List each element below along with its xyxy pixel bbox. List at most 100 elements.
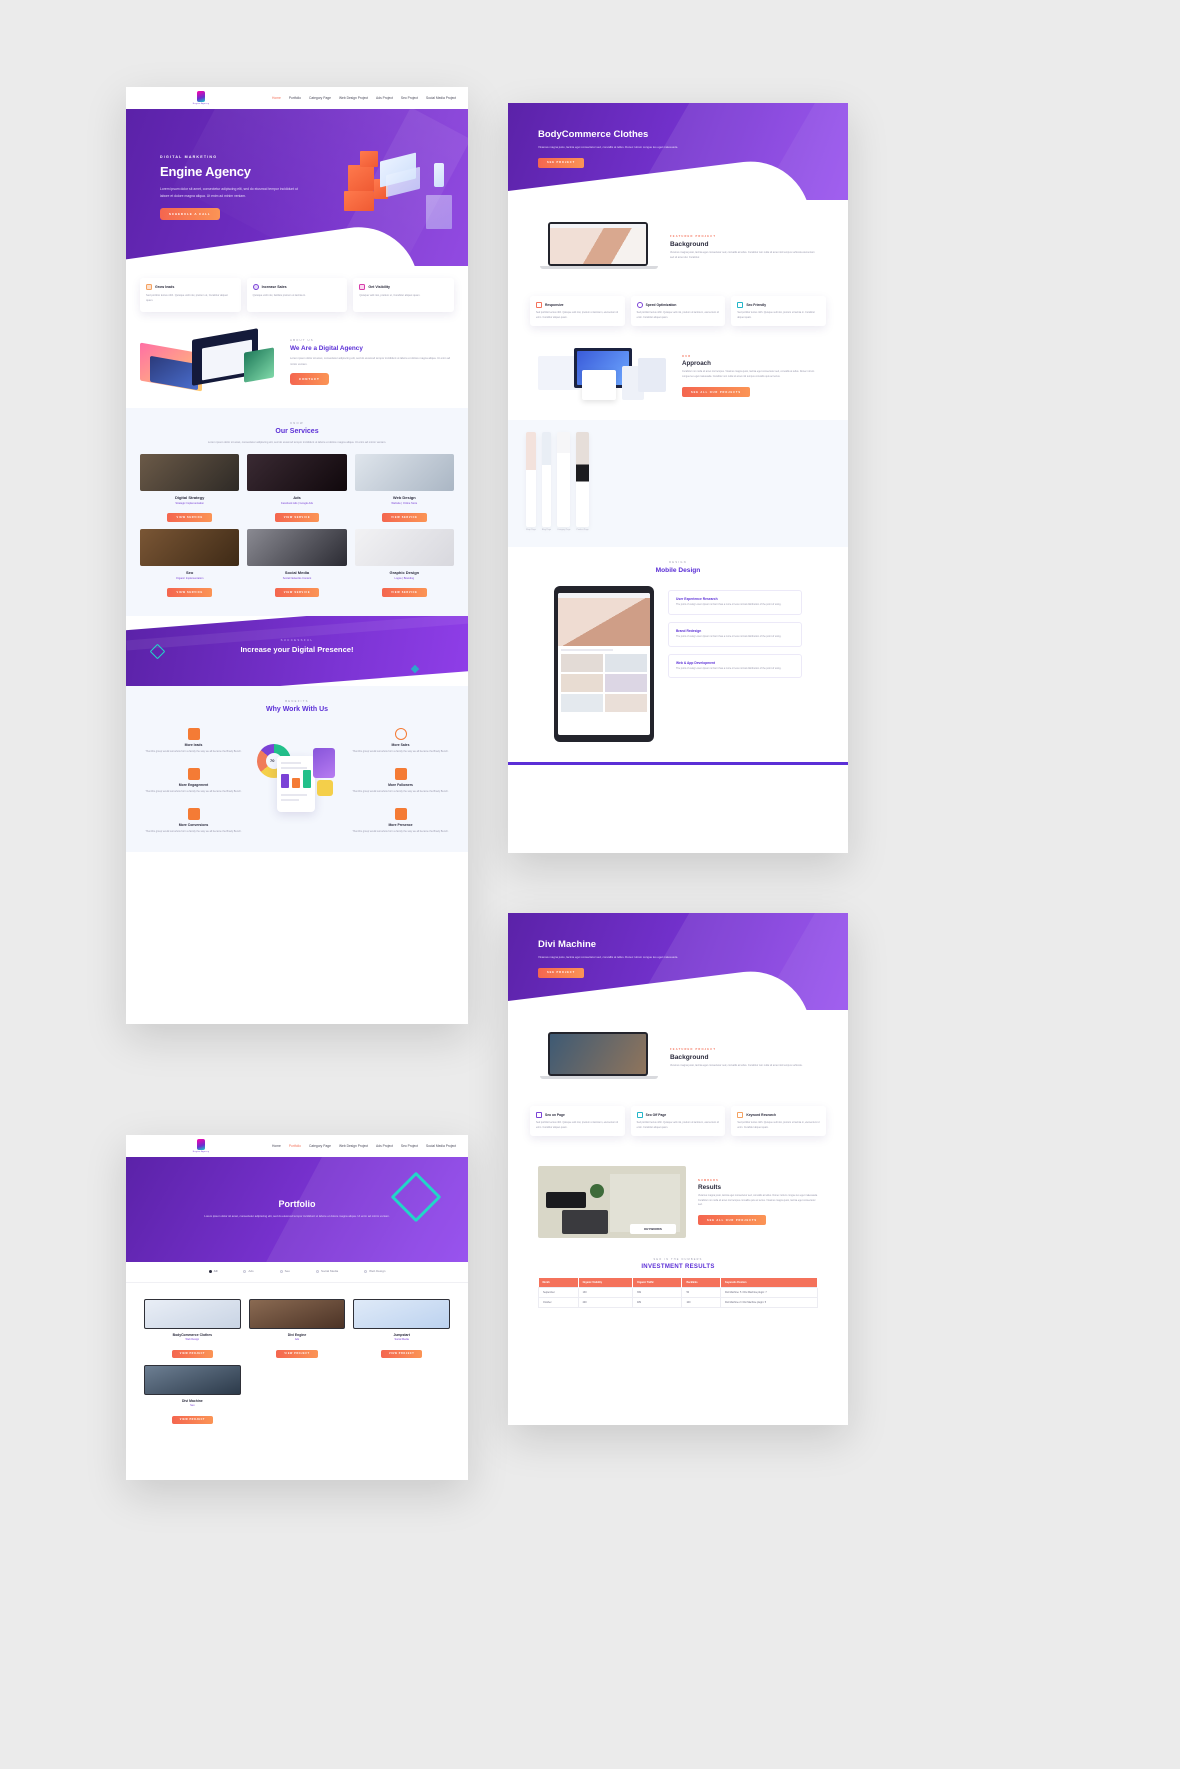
hero-eyebrow: DIGITAL MARKETING — [160, 155, 218, 159]
nav-item-ads-project[interactable]: Ads Project — [376, 1144, 393, 1148]
bodycommerce-mobile-section: DESIGN Mobile Design User Experience Res… — [508, 547, 848, 762]
background-title: Background — [670, 241, 709, 249]
service-card[interactable]: Ads Facebook Ads | Google Ads View Servi… — [247, 454, 347, 523]
divi-hero-body: Vivamus magna justo, lacinia eget consec… — [538, 955, 679, 959]
hero-cta-button[interactable]: Schedule A Call — [160, 208, 220, 221]
bodycommerce-hero-body: Vivamus magna justo, lacinia eget consec… — [538, 145, 679, 149]
feature-card[interactable]: Seo Friendly Sed porttitor lectus nibh. … — [731, 296, 827, 327]
bodycommerce-hero-cta[interactable]: See Project — [538, 157, 585, 168]
nav-item-web-design-project[interactable]: Web Design Project — [339, 96, 368, 100]
service-card[interactable]: Graphic Design Logos | Branding View Ser… — [354, 529, 454, 598]
nav-links: Home Portfolio Category Page Web Design … — [272, 96, 458, 100]
mobile-feature-card[interactable]: Web & App Development The point of using… — [668, 653, 802, 679]
feature-card-body: Quisque velit nisi, facilisis pretium ut… — [252, 294, 306, 297]
home-services-section: KNOW Our Services Lorem ipsum dolor sit … — [126, 407, 468, 617]
benefit-body: That this group would somehow form a fam… — [352, 790, 449, 794]
feature-card[interactable]: Seo on Page Sed porttitor lectus nibh. Q… — [530, 1106, 625, 1137]
gallery-thumbnail[interactable] — [541, 432, 552, 528]
background-body: Vivamus magna justo, lacinia eget consec… — [670, 251, 815, 259]
service-cta-button[interactable]: View Service — [382, 513, 427, 523]
table-header-cell: Keywords Position — [720, 1278, 818, 1288]
nav-item-ads-project[interactable]: Ads Project — [376, 96, 393, 100]
portfolio-item-cta[interactable]: View Project — [276, 1349, 318, 1358]
devices-illustration — [538, 348, 670, 404]
mobile-feature-card[interactable]: Brand Redesign The point of using Lorem … — [668, 622, 802, 647]
table-cell: 130 — [577, 1287, 634, 1299]
approach-title: Approach — [682, 360, 711, 368]
filter-web-design[interactable]: Web Design — [364, 1269, 385, 1273]
portfolio-item-category: Social Media — [394, 1338, 409, 1341]
gallery-thumbnail[interactable] — [557, 432, 571, 528]
feature-card[interactable]: Get Visibility Quisque velit nisi, preti… — [353, 278, 455, 312]
tablet-mockup — [554, 586, 654, 743]
site-logo[interactable]: Engine Agency — [184, 91, 218, 105]
portfolio-item[interactable]: Jumpstart Social Media View Project — [353, 1299, 450, 1359]
service-card[interactable]: Digital Strategy Strategic Implementatio… — [140, 454, 240, 523]
site-logo[interactable]: Engine Agency — [184, 1139, 218, 1153]
feature-card[interactable]: Responsive Sed porttitor lectus nibh. Qu… — [530, 296, 625, 327]
service-cta-button[interactable]: View Service — [167, 588, 212, 598]
filter-social-media[interactable]: Social Media — [315, 1269, 338, 1273]
service-thumbnail — [140, 529, 240, 567]
nav-item-portfolio[interactable]: Portfolio — [289, 1144, 301, 1148]
portfolio-item-cta[interactable]: View Project — [381, 1349, 423, 1358]
services-body: Lorem ipsum dolor sit amet, consectetur … — [207, 440, 387, 444]
home-hero: DIGITAL MARKETING Engine Agency Lorem ip… — [126, 109, 468, 266]
feature-card-title: Increase Sales — [261, 285, 287, 289]
feature-card-title: Seo Off Page — [645, 1113, 667, 1117]
search-icon — [737, 302, 744, 308]
portfolio-item[interactable]: Divi Machine Seo View Project — [144, 1365, 241, 1425]
about-cta-button[interactable]: Contact — [290, 373, 329, 386]
service-cta-button[interactable]: View Service — [382, 588, 427, 598]
results-cta-button[interactable]: See All Our Projects — [698, 1215, 766, 1226]
keyword-badge: KEYWORDS — [644, 1227, 662, 1232]
service-thumbnail — [247, 529, 347, 567]
nav-item-social-media-project[interactable]: Social Media Project — [426, 96, 456, 100]
benefit-item: More Conversions That this group would s… — [144, 808, 243, 834]
nav-item-category-page[interactable]: Category Page — [309, 1144, 331, 1148]
filter-seo[interactable]: Seo — [279, 1269, 290, 1273]
service-card[interactable]: Seo Organic Implementation View Service — [140, 529, 240, 598]
gallery-thumbnail[interactable] — [526, 432, 536, 528]
nav-item-web-design-project[interactable]: Web Design Project — [339, 1144, 368, 1148]
nav-item-home[interactable]: Home — [272, 96, 281, 100]
nav-item-home[interactable]: Home — [272, 1144, 281, 1148]
portfolio-item-cta[interactable]: View Project — [171, 1349, 213, 1358]
benefit-body: That this group would somehow form a fam… — [145, 790, 242, 794]
service-name: Seo — [185, 570, 194, 576]
service-cta-button[interactable]: View Service — [274, 588, 320, 598]
nav-item-category-page[interactable]: Category Page — [309, 96, 331, 100]
portfolio-item[interactable]: Divi Engine Ads View Project — [248, 1299, 346, 1359]
document-icon — [536, 1112, 542, 1118]
service-cta-button[interactable]: View Service — [274, 513, 320, 523]
divi-results-section: KEYWORDS NUMBERS Results Vivamus magna j… — [508, 1152, 848, 1252]
network-icon — [394, 808, 407, 821]
mobile-feature-card[interactable]: User Experience Research The point of us… — [668, 590, 802, 616]
approach-cta-button[interactable]: See All Our Projects — [682, 387, 750, 398]
feature-card[interactable]: Increase Sales Quisque velit nisi, facil… — [246, 278, 348, 312]
gallery-thumbnail[interactable] — [576, 432, 589, 528]
benefit-name: More Followers — [388, 783, 413, 788]
feature-card[interactable]: Speed Optimization Sed porttitor lectus … — [630, 296, 726, 327]
feature-card[interactable]: Seo Off Page Sed porttitor lectus nibh. … — [630, 1106, 726, 1137]
portfolio-item[interactable]: BodyCommerce Clothes Web Design View Pro… — [144, 1299, 241, 1359]
filter-all[interactable]: All — [208, 1269, 217, 1273]
nav-item-portfolio[interactable]: Portfolio — [289, 96, 301, 100]
service-card[interactable]: Web Design Website | Online Store View S… — [354, 454, 454, 523]
divi-hero-cta[interactable]: See Project — [538, 967, 585, 978]
bodycommerce-background-section: FEATURED PROJECT Background Vivamus magn… — [508, 200, 848, 288]
service-thumbnail — [354, 529, 454, 567]
nav-item-seo-project[interactable]: Seo Project — [401, 96, 418, 100]
benefits-column-left: More leads That this group would somehow… — [144, 728, 243, 834]
portfolio-item-cta[interactable]: View Project — [171, 1415, 213, 1424]
service-name: Graphic Design — [389, 570, 420, 576]
feature-card[interactable]: Grow leads Sed porttitor lectus nibh. Qu… — [140, 278, 241, 312]
about-title: We Are a Digital Agency — [290, 345, 363, 353]
service-cta-button[interactable]: View Service — [167, 513, 212, 523]
nav-item-social-media-project[interactable]: Social Media Project — [426, 1144, 456, 1148]
filter-ads[interactable]: Ads — [243, 1269, 254, 1273]
nav-item-seo-project[interactable]: Seo Project — [401, 1144, 418, 1148]
feature-card[interactable]: Keyword Research Sed porttitor lectus ni… — [731, 1106, 827, 1137]
portfolio-item-name: Divi Engine — [287, 1333, 307, 1337]
service-card[interactable]: Social Media Social Networks Content Vie… — [247, 529, 347, 598]
